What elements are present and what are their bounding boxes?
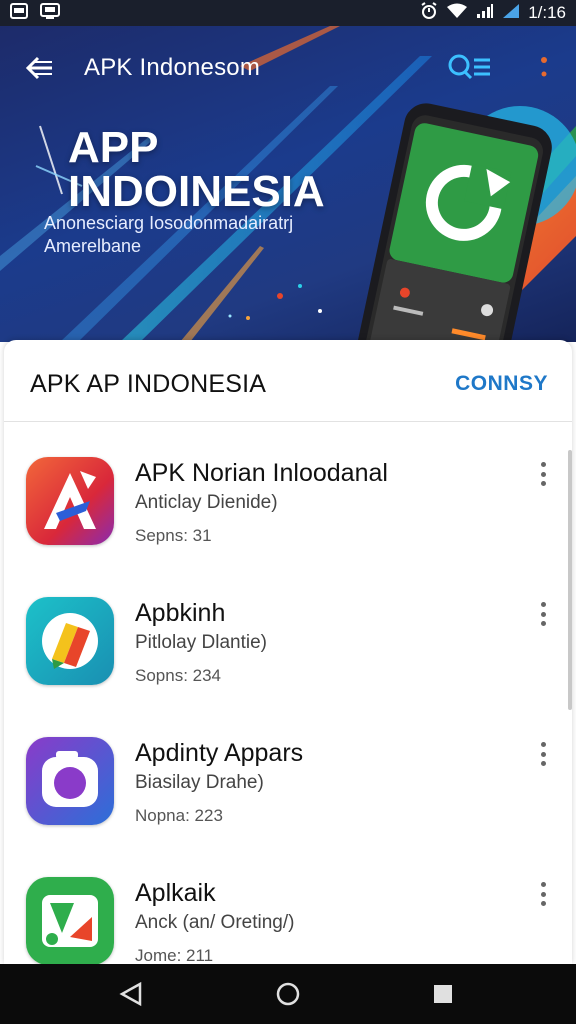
- list-item[interactable]: Aplkaik Anck (an/ Oreting/) Jome: 211: [4, 844, 572, 964]
- hero-banner: APK Indonesom APP INDOINESIA Anonesciarg…: [0, 26, 576, 342]
- list-item[interactable]: Apdinty Appars Biasilay Drahe) Nopna: 22…: [4, 704, 572, 844]
- status-bar: 1/:16: [0, 0, 576, 26]
- shapes-app-icon[interactable]: [26, 877, 114, 964]
- app-name: Apdinty Appars: [135, 739, 304, 767]
- more-vert-icon: [540, 602, 546, 607]
- app-description: Anticlay Dienide): [135, 492, 278, 513]
- app-list-card: APK AP INDONESIA CONNSY APK Norian Inloo…: [4, 340, 572, 964]
- download-icon: [40, 2, 60, 24]
- app-name: APK Norian Inloodanal: [135, 459, 388, 487]
- hero-subtitle: Anonesciarg Iosodonmadairatrj Amerelbane: [44, 212, 293, 258]
- app-meta: Jome: 211: [135, 946, 214, 964]
- search-list-icon: [448, 54, 490, 80]
- more-vert-icon: [540, 462, 546, 467]
- more-vert-icon: [540, 742, 546, 747]
- camera-app-icon[interactable]: [26, 737, 114, 825]
- app-meta: Sepns: 31: [135, 526, 212, 545]
- app-meta: Sopns: 234: [135, 666, 222, 685]
- phone-illustration: [357, 103, 552, 342]
- more-options-button[interactable]: [532, 880, 554, 908]
- list-item[interactable]: APK Norian Inloodanal Anticlay Dienide) …: [4, 424, 572, 564]
- more-vert-icon: [540, 882, 546, 887]
- back-nav-icon[interactable]: [118, 981, 144, 1007]
- more-options-button[interactable]: [532, 740, 554, 768]
- hero-subtitle-line-1: Anonesciarg Iosodonmadairatrj: [44, 213, 294, 233]
- pencil-app-icon[interactable]: [26, 597, 114, 685]
- app-meta: Nopna: 223: [135, 806, 223, 825]
- system-nav-bar: [0, 964, 576, 1024]
- status-time: 1/:16: [528, 3, 566, 22]
- section-action-button[interactable]: CONNSY: [455, 372, 548, 396]
- battery-icon: [502, 3, 520, 24]
- app-description: Biasilay Drahe): [135, 772, 264, 793]
- hero-subtitle-line-2: Amerelbane: [44, 236, 142, 256]
- section-header: APK AP INDONESIA CONNSY: [4, 340, 572, 422]
- home-nav-icon[interactable]: [275, 981, 301, 1007]
- image-icon: [10, 2, 28, 24]
- search-button[interactable]: [446, 52, 494, 84]
- app-description: Pitlolay Dlantie): [135, 632, 267, 653]
- back-button[interactable]: [24, 52, 56, 84]
- section-title: APK AP INDONESIA: [30, 370, 267, 398]
- app-name: Apbkinh: [135, 599, 226, 627]
- list-item[interactable]: Apbkinh Pitlolay Dlantie) Sopns: 234: [4, 564, 572, 704]
- more-options-button[interactable]: [532, 460, 554, 488]
- recents-nav-icon[interactable]: [430, 981, 456, 1007]
- app-description: Anck (an/ Oreting/): [135, 912, 295, 933]
- app-bar-title: APK Indonesom: [84, 54, 261, 81]
- letter-a-app-icon[interactable]: [26, 457, 114, 545]
- back-arrow-icon: [25, 56, 52, 80]
- wifi-icon: [446, 3, 468, 24]
- more-options-button[interactable]: [532, 600, 554, 628]
- alarm-icon: [420, 1, 438, 25]
- app-name: Aplkaik: [135, 879, 216, 907]
- signal-icon: [476, 3, 494, 24]
